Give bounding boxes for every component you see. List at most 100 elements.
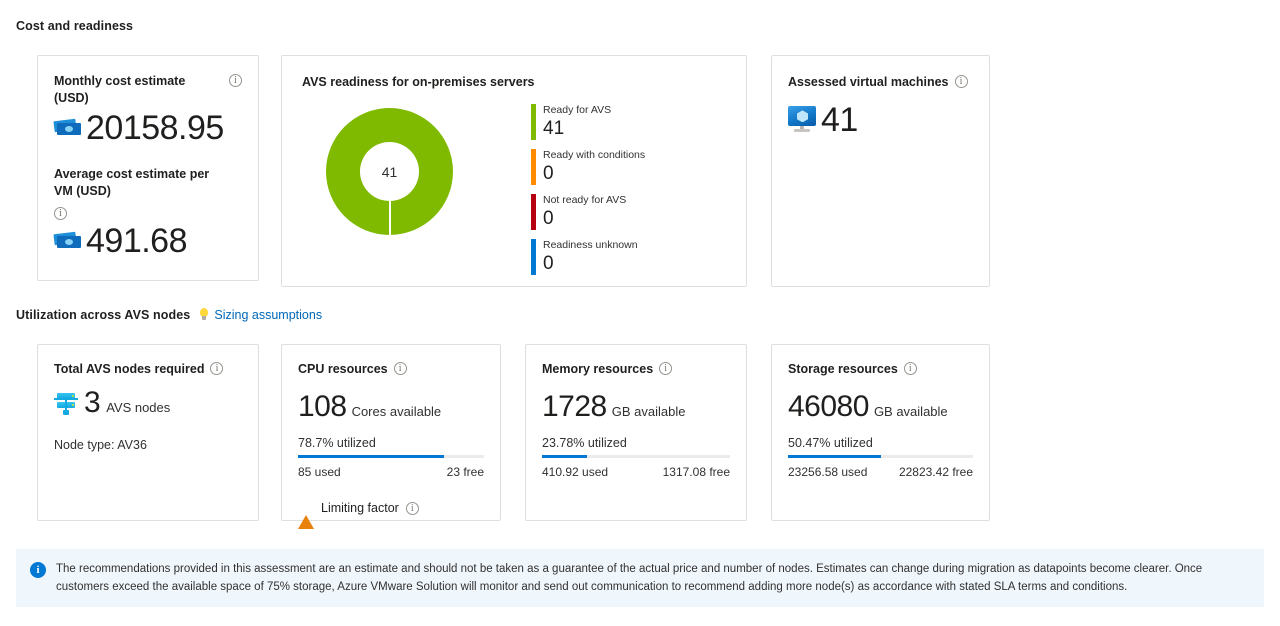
assessed-vms-value: 41 <box>821 100 858 139</box>
utilization-heading-row: Utilization across AVS nodes Sizing assu… <box>16 308 322 322</box>
legend-value: 0 <box>543 163 554 185</box>
storage-unit: GB available <box>873 403 948 419</box>
storage-progress-bar <box>788 454 973 458</box>
avs-readiness-card: AVS readiness for on-premises servers 41… <box>281 55 747 287</box>
avg-cost-title: Average cost estimate per VM (USD) <box>54 166 242 220</box>
legend-label: Not ready for AVS <box>543 193 627 206</box>
info-icon[interactable] <box>229 74 242 87</box>
memory-free-text: 1317.08 free <box>662 464 730 479</box>
assessed-vms-card: Assessed virtual machines 41 <box>771 55 990 287</box>
storage-progress-fill <box>788 454 882 458</box>
legend-item-ready-for-avs[interactable]: Ready for AVS 41 <box>531 104 645 140</box>
cpu-progress-fill <box>298 454 445 458</box>
legend-swatch <box>531 238 536 275</box>
disclaimer-text: The recommendations provided in this ass… <box>56 563 1203 593</box>
memory-resources-title: Memory resources <box>542 361 730 378</box>
disclaimer-banner: The recommendations provided in this ass… <box>16 549 1264 607</box>
memory-used-text: 410.92 used <box>542 464 609 479</box>
avg-cost-value: 491.68 <box>86 221 188 260</box>
total-avs-nodes-title: Total AVS nodes required <box>54 361 242 378</box>
avs-readiness-label: AVS readiness for on-premises servers <box>302 75 535 89</box>
info-icon[interactable] <box>659 362 673 375</box>
lightbulb-icon <box>198 308 210 322</box>
limiting-factor-label: Limiting factor <box>321 500 399 515</box>
cpu-value-row: 108 Cores available <box>298 389 484 423</box>
memory-utilized-text: 23.78% utilized <box>542 435 627 450</box>
storage-value: 46080 <box>788 389 869 423</box>
legend-swatch <box>531 148 536 185</box>
storage-used-text: 23256.58 used <box>788 464 868 479</box>
memory-value: 1728 <box>542 389 607 423</box>
cpu-bar-footer: 85 used 23 free <box>298 465 484 479</box>
storage-resources-title: Storage resources <box>788 361 973 378</box>
memory-value-row: 1728 GB available <box>542 389 730 423</box>
legend-swatch <box>531 104 536 140</box>
utilization-heading: Utilization across AVS nodes <box>16 308 191 322</box>
memory-bar-footer: 410.92 used 1317.08 free <box>542 465 730 479</box>
assessment-overview-page: Cost and readiness Monthly cost estimate… <box>0 0 1280 626</box>
info-icon[interactable] <box>210 362 224 375</box>
legend-item-not-ready-for-avs[interactable]: Not ready for AVS 0 <box>531 193 645 230</box>
monthly-cost-label: Monthly cost estimate (USD) <box>54 74 186 105</box>
cpu-used-text: 85 used <box>298 464 341 479</box>
node-type-text: Node type: AV36 <box>54 437 147 452</box>
avg-cost-value-row: 491.68 <box>53 221 242 260</box>
legend-label: Readiness unknown <box>543 238 638 251</box>
info-icon[interactable] <box>405 501 419 515</box>
storage-free-text: 22823.42 free <box>898 464 973 479</box>
storage-bar-footer: 23256.58 used 22823.42 free <box>788 465 973 479</box>
total-avs-nodes-card: Total AVS nodes required 3 AVS nodes Nod… <box>37 344 259 521</box>
cpu-resources-card: CPU resources 108 Cores available 78.7% … <box>281 344 501 529</box>
readiness-donut-chart[interactable]: 41 <box>326 108 453 235</box>
cpu-free-text: 23 free <box>446 464 484 479</box>
storage-value-row: 46080 GB available <box>788 389 973 423</box>
legend-value: 0 <box>543 208 554 230</box>
cpu-unit: Cores available <box>351 403 442 419</box>
legend-item-readiness-unknown[interactable]: Readiness unknown 0 <box>531 238 645 275</box>
assessed-vms-title: Assessed virtual machines <box>788 74 973 91</box>
avs-readiness-title: AVS readiness for on-premises servers <box>302 74 726 91</box>
legend-swatch <box>531 193 536 230</box>
info-icon[interactable] <box>393 362 407 375</box>
memory-progress-bar <box>542 454 730 458</box>
info-icon[interactable] <box>54 206 67 220</box>
money-icon <box>53 231 82 250</box>
cpu-resources-title: CPU resources <box>298 361 484 378</box>
monthly-cost-title: Monthly cost estimate (USD) <box>54 73 242 107</box>
info-icon[interactable] <box>903 362 917 375</box>
storage-utilized-text: 50.47% utilized <box>788 435 873 450</box>
total-avs-nodes-unit: AVS nodes <box>106 399 171 415</box>
money-icon <box>53 118 82 137</box>
assessed-vms-label: Assessed virtual machines <box>788 75 949 89</box>
storage-resources-label: Storage resources <box>788 362 898 376</box>
legend-item-ready-with-conditions[interactable]: Ready with conditions 0 <box>531 148 646 185</box>
monthly-cost-card: Monthly cost estimate (USD) 20158.95 Ave… <box>37 55 259 281</box>
cpu-value: 108 <box>298 389 347 423</box>
cpu-resources-label: CPU resources <box>298 362 388 376</box>
virtual-machine-icon <box>788 106 818 133</box>
avg-cost-label: Average cost estimate per VM (USD) <box>54 166 210 198</box>
total-avs-nodes-value: 3 <box>84 385 101 419</box>
legend-value: 41 <box>543 118 565 140</box>
cost-and-readiness-heading: Cost and readiness <box>16 19 134 33</box>
cpu-utilized-text: 78.7% utilized <box>298 435 376 450</box>
info-icon[interactable] <box>954 75 968 88</box>
memory-resources-card: Memory resources 1728 GB available 23.78… <box>525 344 747 521</box>
legend-label: Ready with conditions <box>543 148 646 161</box>
info-circle-icon <box>30 562 46 578</box>
donut-center-value: 41 <box>360 142 419 201</box>
server-rack-icon <box>54 391 78 415</box>
legend-value: 0 <box>543 253 554 275</box>
readiness-legend: Ready for AVS 41 Ready with conditions 0… <box>531 104 645 284</box>
total-avs-nodes-value-row: 3 AVS nodes <box>54 385 242 419</box>
monthly-cost-value-row: 20158.95 <box>53 111 242 145</box>
sizing-assumptions-label: Sizing assumptions <box>214 308 323 322</box>
assessed-vms-value-row: 41 <box>788 103 973 137</box>
sizing-assumptions-link[interactable]: Sizing assumptions <box>198 308 322 322</box>
total-avs-nodes-label: Total AVS nodes required <box>54 362 205 376</box>
memory-unit: GB available <box>611 403 686 419</box>
warning-icon <box>298 500 314 529</box>
legend-label: Ready for AVS <box>543 104 612 116</box>
limiting-factor-row: Limiting factor <box>298 500 484 529</box>
cpu-progress-bar <box>298 454 484 458</box>
